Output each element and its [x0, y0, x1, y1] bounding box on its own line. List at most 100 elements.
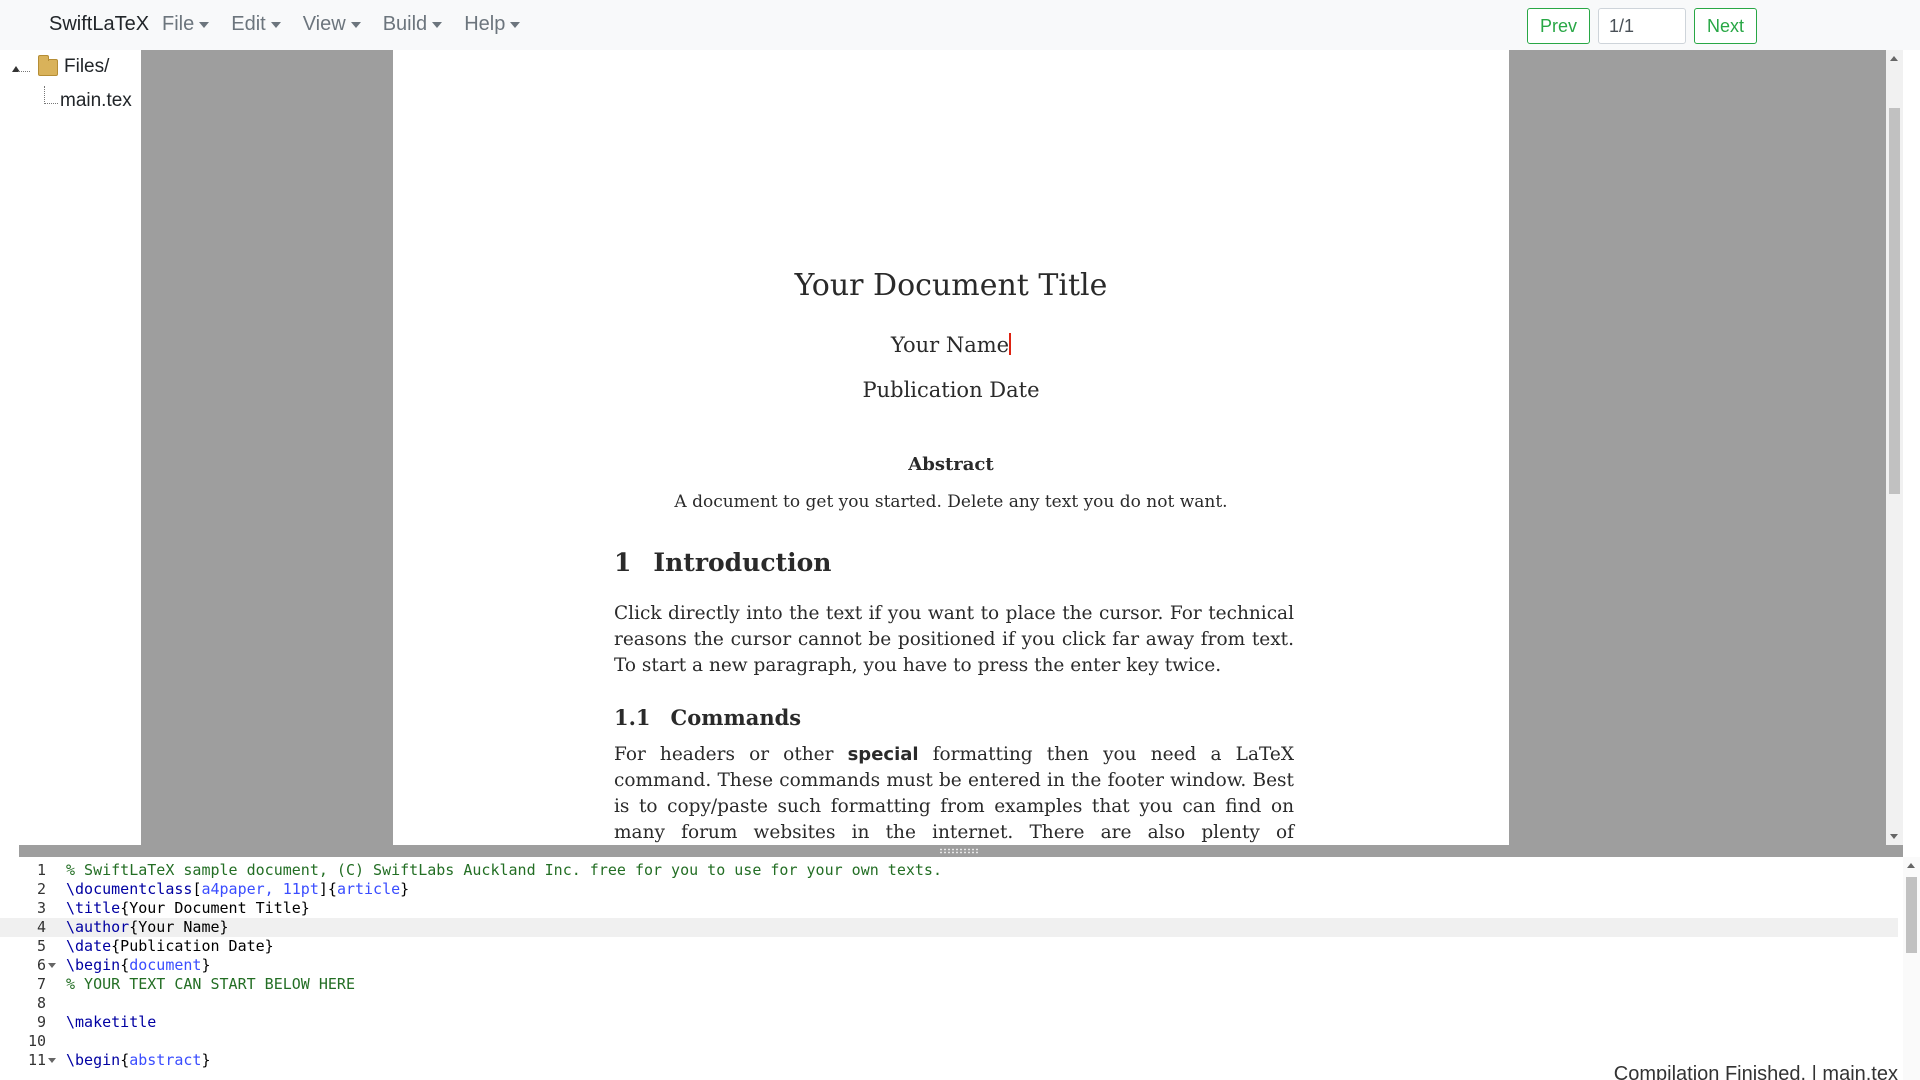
- chevron-down-icon: [350, 21, 361, 28]
- line-number: 4: [36, 918, 46, 936]
- code-token: }: [201, 956, 211, 974]
- chevron-down-icon: [199, 21, 210, 28]
- menu-file[interactable]: File: [162, 13, 219, 36]
- line-number: 2: [36, 880, 46, 898]
- fold-toggle-icon[interactable]: [48, 1058, 56, 1063]
- line-number: 9: [36, 1013, 46, 1031]
- scroll-down-icon[interactable]: [1890, 834, 1898, 839]
- code-token: \maketitle: [66, 1013, 157, 1031]
- code-token: \date: [66, 937, 112, 955]
- tree-collapse-icon[interactable]: [10, 60, 30, 74]
- code-token: \begin: [66, 956, 121, 974]
- code-line[interactable]: \author{Your Name}: [66, 918, 1900, 937]
- line-number: 5: [36, 937, 46, 955]
- menu-view[interactable]: View: [303, 13, 371, 36]
- tree-connector: [44, 86, 58, 104]
- pane-splitter[interactable]: [19, 845, 1903, 857]
- menu-build-label: Build: [382, 13, 428, 35]
- folder-icon: [38, 54, 58, 76]
- abstract-text[interactable]: A document to get you started. Delete an…: [393, 492, 1509, 512]
- code-token: {Your Document Title}: [120, 899, 310, 917]
- code-token: % YOUR TEXT CAN START BELOW HERE: [66, 975, 355, 993]
- intro-paragraph[interactable]: Click directly into the text if you want…: [614, 601, 1294, 679]
- code-token: {: [120, 956, 130, 974]
- code-token: document: [129, 956, 202, 974]
- tree-file-main-tex[interactable]: main.tex: [44, 86, 132, 112]
- compile-status: Compilation Finished. | main.tex: [1613, 1063, 1898, 1080]
- code-line[interactable]: \title{Your Document Title}: [66, 899, 1900, 918]
- menu-edit[interactable]: Edit: [231, 13, 290, 36]
- folder-label: Files/: [64, 56, 110, 77]
- code-line[interactable]: [66, 994, 1900, 1013]
- line-number: 1: [36, 861, 46, 879]
- line-number-gutter: 1 2 3 4 5 6 7 8 9 10 11: [0, 857, 58, 1080]
- menu-edit-label: Edit: [231, 13, 266, 35]
- page-navigator: Prev Next: [1527, 8, 1758, 44]
- section-title[interactable]: Introduction: [653, 548, 831, 577]
- pdf-viewer[interactable]: Your Document Title Your Name Publicatio…: [141, 50, 1903, 845]
- scroll-up-icon[interactable]: [1890, 56, 1898, 61]
- menu-help-label: Help: [464, 13, 506, 35]
- scroll-up-icon[interactable]: [1907, 863, 1915, 868]
- tree-folder-files[interactable]: Files/: [10, 54, 110, 78]
- chevron-down-icon: [510, 21, 521, 28]
- line-number: 6: [36, 956, 46, 974]
- code-token: \title: [66, 899, 121, 917]
- code-line[interactable]: \maketitle: [66, 1013, 1900, 1032]
- menu-build[interactable]: Build: [383, 13, 452, 36]
- document-title[interactable]: Your Document Title: [393, 268, 1509, 303]
- line-number: 11: [27, 1051, 46, 1069]
- file-label: main.tex: [60, 90, 132, 111]
- scrollbar-thumb[interactable]: [1889, 108, 1900, 494]
- code-token: article: [336, 880, 401, 898]
- code-editor[interactable]: 1 2 3 4 5 6 7 8 9 10 11 % SwiftLaTeX sample docume…: [0, 857, 1920, 1080]
- editor-scrollbar[interactable]: [1903, 857, 1920, 1080]
- subsection-title[interactable]: Commands: [671, 705, 802, 730]
- menu-help[interactable]: Help: [464, 13, 530, 36]
- menu-view-label: View: [302, 13, 346, 35]
- code-token: \author: [66, 918, 130, 936]
- code-token: }: [201, 1051, 211, 1069]
- commands-special-word: special: [847, 744, 919, 765]
- fold-toggle-icon[interactable]: [48, 963, 56, 968]
- text-cursor: [1009, 333, 1012, 355]
- chevron-down-icon: [270, 21, 281, 28]
- subsection-number: 1.1: [614, 705, 651, 730]
- code-line[interactable]: % SwiftLaTeX sample document, (C) SwiftL…: [66, 861, 1900, 880]
- document-date[interactable]: Publication Date: [393, 378, 1509, 402]
- line-number: 7: [36, 975, 46, 993]
- app-brand[interactable]: SwiftLaTeX: [49, 13, 149, 36]
- menu-file-label: File: [162, 13, 195, 35]
- section-heading: 1 Introduction: [614, 548, 831, 577]
- line-number: 10: [27, 1032, 46, 1050]
- code-line[interactable]: \documentclass[a4paper, 11pt]{article}: [66, 880, 1900, 899]
- code-token: {: [120, 1051, 130, 1069]
- commands-paragraph[interactable]: For headers or other special formatting …: [614, 742, 1294, 845]
- document-author[interactable]: Your Name: [393, 333, 1509, 357]
- scrollbar-thumb[interactable]: [1906, 877, 1917, 953]
- code-token: {Publication Date}: [111, 937, 274, 955]
- pdf-page[interactable]: Your Document Title Your Name Publicatio…: [393, 50, 1509, 845]
- viewer-scrollbar[interactable]: [1886, 50, 1903, 845]
- grip-handle-icon[interactable]: [939, 848, 979, 854]
- line-number: 8: [36, 994, 46, 1012]
- code-line[interactable]: \begin{document}: [66, 956, 1900, 975]
- code-token: }: [400, 880, 410, 898]
- prev-page-button[interactable]: Prev: [1527, 8, 1591, 44]
- commands-text-1: For headers or other: [614, 744, 848, 765]
- main-menu: File Edit View Build Help: [162, 13, 542, 36]
- code-line[interactable]: % YOUR TEXT CAN START BELOW HERE: [66, 975, 1900, 994]
- section-number: 1: [614, 548, 632, 577]
- next-page-button[interactable]: Next: [1694, 8, 1758, 44]
- code-token: \begin: [66, 1051, 121, 1069]
- line-number: 3: [36, 899, 46, 917]
- code-line[interactable]: [66, 1032, 1900, 1051]
- page-number-input[interactable]: [1598, 8, 1687, 44]
- code-line[interactable]: \date{Publication Date}: [66, 937, 1900, 956]
- code-token: abstract: [129, 1051, 202, 1069]
- code-token: a4paper, 11pt: [201, 880, 319, 898]
- code-token: % SwiftLaTeX sample document, (C) SwiftL…: [66, 861, 942, 879]
- file-tree: Files/ main.tex: [0, 50, 141, 845]
- abstract-heading: Abstract: [908, 454, 994, 475]
- code-token: {Your Name}: [129, 918, 229, 936]
